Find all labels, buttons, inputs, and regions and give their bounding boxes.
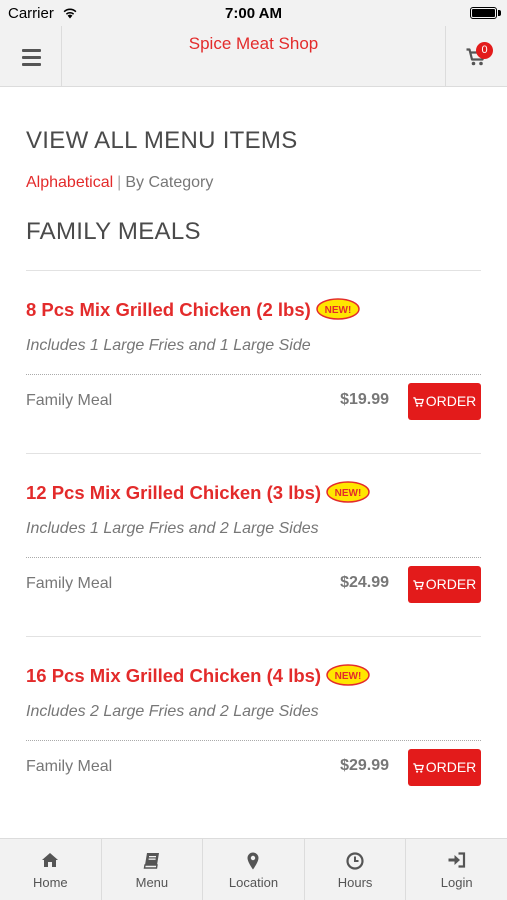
tab-menu-label: Menu bbox=[135, 875, 169, 890]
order-button-label: ORDER bbox=[425, 393, 477, 409]
cart-icon bbox=[412, 763, 424, 773]
map-marker-icon bbox=[247, 852, 259, 870]
status-time: 7:00 AM bbox=[225, 5, 282, 22]
order-button[interactable]: ORDER bbox=[408, 566, 481, 603]
cart-icon bbox=[412, 397, 424, 407]
hamburger-icon bbox=[22, 56, 41, 59]
hamburger-icon bbox=[22, 49, 41, 52]
menu-item-description: Includes 1 Large Fries and 1 Large Side bbox=[26, 337, 311, 354]
cart-count-badge: 0 bbox=[476, 42, 493, 59]
new-badge-icon: NEW! bbox=[326, 664, 370, 686]
login-icon bbox=[448, 852, 465, 868]
tab-menu[interactable]: Menu bbox=[102, 839, 204, 900]
menu-item-type: Family Meal bbox=[26, 758, 113, 775]
hamburger-icon bbox=[22, 63, 41, 66]
menu-item-description: Includes 2 Large Fries and 2 Large Sides bbox=[26, 703, 319, 720]
tab-location[interactable]: Location bbox=[203, 839, 305, 900]
order-button-label: ORDER bbox=[425, 759, 477, 775]
battery-icon bbox=[470, 7, 497, 19]
tab-home-label: Home bbox=[32, 875, 68, 890]
dotted-divider bbox=[26, 557, 481, 558]
new-badge-label: NEW! bbox=[335, 671, 362, 682]
sort-options: Alphabetical | By Category bbox=[26, 174, 213, 192]
tab-home[interactable]: Home bbox=[0, 839, 102, 900]
menu-item-name-text: 12 Pcs Mix Grilled Chicken (3 lbs) bbox=[26, 482, 322, 503]
order-button[interactable]: ORDER bbox=[408, 383, 481, 420]
clock-icon bbox=[346, 852, 364, 870]
app-header: Spice Meat Shop 0 bbox=[0, 26, 507, 87]
menu-item-name[interactable]: 16 Pcs Mix Grilled Chicken (4 lbs) NEW! bbox=[26, 664, 370, 688]
sort-by-category-link[interactable]: By Category bbox=[125, 174, 213, 191]
new-badge-icon: NEW! bbox=[316, 298, 360, 320]
menu-item-name[interactable]: 12 Pcs Mix Grilled Chicken (3 lbs) NEW! bbox=[26, 481, 370, 505]
menu-item-price: $29.99 bbox=[340, 757, 389, 774]
menu-item: 16 Pcs Mix Grilled Chicken (4 lbs) NEW! I… bbox=[26, 636, 481, 820]
menu-item-description: Includes 1 Large Fries and 2 Large Sides bbox=[26, 520, 319, 537]
order-button[interactable]: ORDER bbox=[408, 749, 481, 786]
battery-tip bbox=[498, 10, 501, 16]
menu-item-name-text: 8 Pcs Mix Grilled Chicken (2 lbs) bbox=[26, 299, 311, 320]
tab-login[interactable]: Login bbox=[406, 839, 507, 900]
new-badge-label: NEW! bbox=[324, 305, 351, 316]
cart-icon bbox=[412, 580, 424, 590]
menu-item-name-text: 16 Pcs Mix Grilled Chicken (4 lbs) bbox=[26, 665, 322, 686]
home-icon bbox=[42, 853, 59, 867]
dotted-divider bbox=[26, 374, 481, 375]
menu-item-price: $24.99 bbox=[340, 574, 389, 591]
book-icon bbox=[143, 853, 159, 869]
dotted-divider bbox=[26, 740, 481, 741]
tab-login-label: Login bbox=[440, 875, 473, 890]
order-button-label: ORDER bbox=[425, 576, 477, 592]
shop-title: Spice Meat Shop bbox=[188, 34, 319, 53]
page-title: VIEW ALL MENU ITEMS bbox=[26, 127, 298, 154]
menu-item: 12 Pcs Mix Grilled Chicken (3 lbs) NEW! I… bbox=[26, 453, 481, 637]
tab-location-label: Location bbox=[228, 875, 279, 890]
bottom-tab-bar: Home Menu Location Hours Login bbox=[0, 838, 507, 900]
sort-alphabetical-link[interactable]: Alphabetical bbox=[26, 174, 113, 191]
menu-item-price: $19.99 bbox=[340, 391, 389, 408]
new-badge-label: NEW! bbox=[335, 488, 362, 499]
menu-item-type: Family Meal bbox=[26, 575, 113, 592]
menu-item-name[interactable]: 8 Pcs Mix Grilled Chicken (2 lbs) NEW! bbox=[26, 298, 360, 322]
sort-separator: | bbox=[117, 174, 122, 191]
menu-item-type: Family Meal bbox=[26, 392, 113, 409]
category-title: FAMILY MEALS bbox=[26, 218, 201, 245]
tab-hours-label: Hours bbox=[337, 875, 373, 890]
cart-button[interactable]: 0 bbox=[445, 26, 507, 87]
menu-item: 8 Pcs Mix Grilled Chicken (2 lbs) NEW! In… bbox=[26, 270, 481, 454]
new-badge-icon: NEW! bbox=[326, 481, 370, 503]
hamburger-menu-button[interactable] bbox=[0, 26, 62, 87]
status-bar: Carrier 7:00 AM bbox=[0, 0, 507, 26]
tab-hours[interactable]: Hours bbox=[305, 839, 407, 900]
